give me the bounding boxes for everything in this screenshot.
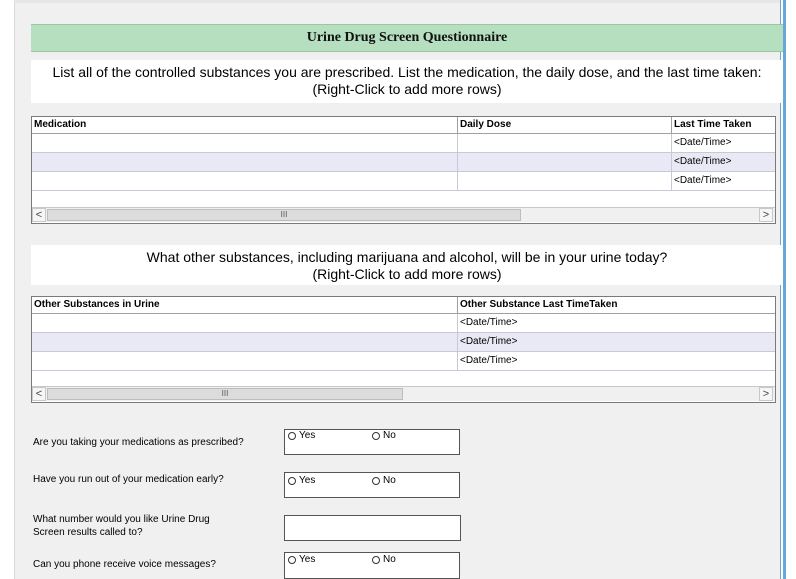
left-window-edge xyxy=(0,0,15,579)
table-row[interactable]: <Date/Time> xyxy=(32,333,775,352)
medications-horizontal-scrollbar[interactable]: < III > xyxy=(32,207,775,222)
scroll-right-arrow-icon[interactable]: > xyxy=(759,208,773,222)
other-substance-cell[interactable] xyxy=(32,333,458,352)
question-voice-messages: Can you phone receive voice messages? xyxy=(33,559,216,570)
table-row[interactable]: <Date/Time> xyxy=(32,172,775,191)
section1-instructions: List all of the controlled substances yo… xyxy=(31,60,783,103)
run-out-early-no-radio[interactable]: No xyxy=(372,475,396,486)
taking-as-prescribed-no-radio[interactable]: No xyxy=(372,430,396,441)
voice-messages-no-radio[interactable]: No xyxy=(372,554,396,565)
radio-label: Yes xyxy=(299,430,316,441)
right-edge-accent xyxy=(783,0,786,579)
medication-cell[interactable] xyxy=(32,153,458,172)
last-time-taken-cell[interactable]: <Date/Time> xyxy=(672,172,775,191)
last-time-taken-cell[interactable]: <Date/Time> xyxy=(672,153,775,172)
radio-label: Yes xyxy=(299,554,316,565)
table-row[interactable]: <Date/Time> xyxy=(32,153,775,172)
radio-label: No xyxy=(383,554,396,565)
radio-circle-icon xyxy=(288,555,296,564)
section2-line2: (Right-Click to add more rows) xyxy=(312,266,502,282)
taking-as-prescribed-yes-radio[interactable]: Yes xyxy=(288,430,315,441)
scroll-thumb[interactable]: III xyxy=(47,388,403,400)
callback-number-input[interactable] xyxy=(284,515,461,541)
column-header-other-substances[interactable]: Other Substances in Urine xyxy=(32,297,458,313)
scroll-right-arrow-icon[interactable]: > xyxy=(759,387,773,401)
section2-instructions: What other substances, including marijua… xyxy=(31,245,783,285)
medication-cell[interactable] xyxy=(32,134,458,153)
radio-circle-icon xyxy=(288,431,296,440)
column-header-medication[interactable]: Medication xyxy=(32,117,458,133)
radio-label: No xyxy=(383,430,396,441)
column-header-last-time-taken[interactable]: Last Time Taken xyxy=(672,117,775,133)
radio-circle-icon xyxy=(372,555,380,564)
other-substances-grid[interactable]: Other Substances in Urine Other Substanc… xyxy=(31,296,776,403)
question-taking-as-prescribed: Are you taking your medications as presc… xyxy=(33,437,244,448)
other-substances-horizontal-scrollbar[interactable]: < III > xyxy=(32,386,775,401)
radio-label: Yes xyxy=(299,475,316,486)
question-callback-line2: Screen results called to? xyxy=(33,527,143,538)
section1-line2: (Right-Click to add more rows) xyxy=(312,81,502,97)
column-header-daily-dose[interactable]: Daily Dose xyxy=(458,117,672,133)
other-substance-time-cell[interactable]: <Date/Time> xyxy=(458,314,775,333)
medications-grid[interactable]: Medication Daily Dose Last Time Taken <D… xyxy=(31,116,776,224)
radio-circle-icon xyxy=(372,476,380,485)
daily-dose-cell[interactable] xyxy=(458,172,672,191)
radio-circle-icon xyxy=(288,476,296,485)
question-callback-line1: What number would you like Urine Drug xyxy=(33,514,210,525)
table-row[interactable]: <Date/Time> xyxy=(32,134,775,153)
run-out-early-yes-radio[interactable]: Yes xyxy=(288,475,315,486)
other-substance-cell[interactable] xyxy=(32,352,458,371)
daily-dose-cell[interactable] xyxy=(458,153,672,172)
medication-cell[interactable] xyxy=(32,172,458,191)
scroll-left-arrow-icon[interactable]: < xyxy=(32,387,46,401)
medications-grid-header: Medication Daily Dose Last Time Taken xyxy=(32,117,775,134)
other-substance-time-cell[interactable]: <Date/Time> xyxy=(458,333,775,352)
column-header-other-substance-last-time[interactable]: Other Substance Last TimeTaken xyxy=(458,297,775,313)
question-run-out-early: Have you run out of your medication earl… xyxy=(33,474,224,485)
other-substance-time-cell[interactable]: <Date/Time> xyxy=(458,352,775,371)
table-row[interactable]: <Date/Time> xyxy=(32,314,775,333)
section1-line1: List all of the controlled substances yo… xyxy=(52,64,762,80)
voice-messages-yes-radio[interactable]: Yes xyxy=(288,554,315,565)
form-title: Urine Drug Screen Questionnaire xyxy=(31,24,783,52)
radio-label: No xyxy=(383,475,396,486)
other-substances-grid-header: Other Substances in Urine Other Substanc… xyxy=(32,297,775,314)
last-time-taken-cell[interactable]: <Date/Time> xyxy=(672,134,775,153)
radio-circle-icon xyxy=(372,431,380,440)
scroll-left-arrow-icon[interactable]: < xyxy=(32,208,46,222)
section2-line1: What other substances, including marijua… xyxy=(146,249,668,265)
scroll-thumb[interactable]: III xyxy=(47,209,521,221)
table-row[interactable]: <Date/Time> xyxy=(32,352,775,371)
question-callback-number: What number would you like Urine Drug Sc… xyxy=(33,513,210,539)
other-substance-cell[interactable] xyxy=(32,314,458,333)
daily-dose-cell[interactable] xyxy=(458,134,672,153)
